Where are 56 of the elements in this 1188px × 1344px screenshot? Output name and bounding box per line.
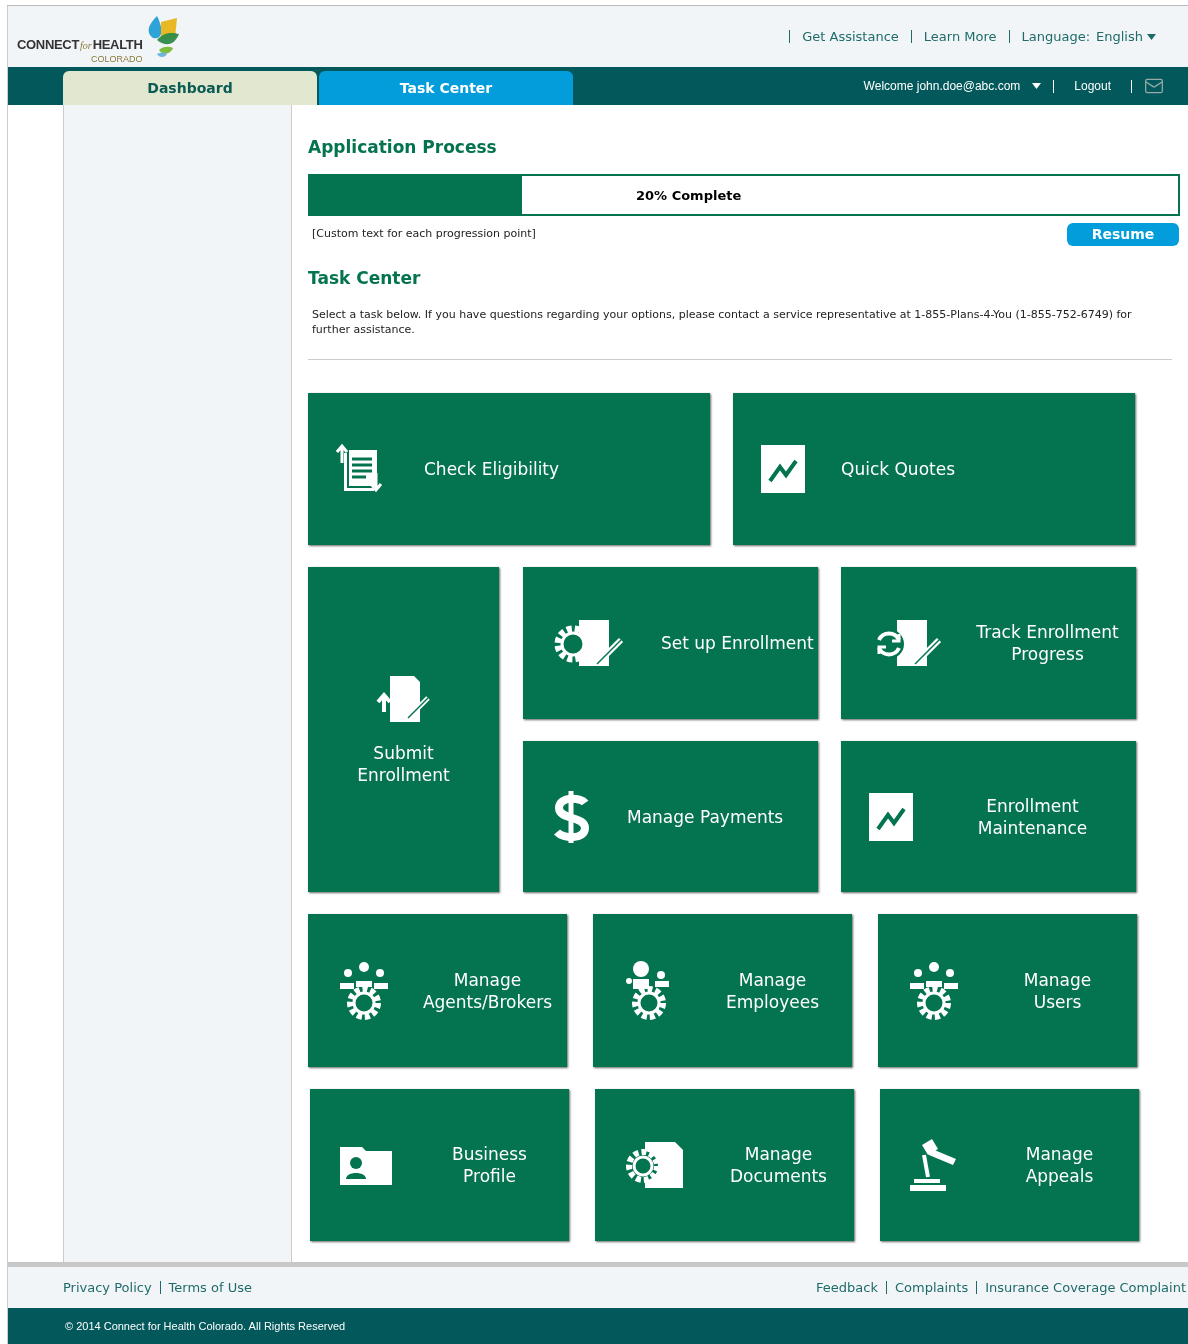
task-tile[interactable]: Manage Documents xyxy=(595,1089,854,1241)
task-tile[interactable]: Manage Employees xyxy=(593,914,852,1067)
footer-link[interactable]: Insurance Coverage Complaint xyxy=(985,1277,1186,1298)
tile-label: Manage Agents/Brokers xyxy=(421,968,554,1013)
resume-button[interactable]: Resume xyxy=(1067,222,1179,246)
logo-text: COLORADO xyxy=(91,54,143,64)
header-link[interactable]: Get Assistance xyxy=(802,26,899,47)
tile-label: Set up Enrollment xyxy=(661,632,814,654)
logo-text: HEALTH xyxy=(92,36,143,54)
footer-link[interactable]: Privacy Policy xyxy=(63,1277,152,1298)
footer-link[interactable]: Complaints xyxy=(894,1277,969,1298)
tile-label: Manage Users xyxy=(1022,968,1093,1013)
section-title: Task Center xyxy=(308,266,422,290)
copyright-text: © 2014 Connect for Health Colorado. All Rights Reserved xyxy=(65,1318,346,1334)
logout-link[interactable]: Logout xyxy=(1066,77,1119,95)
footer-link[interactable]: Feedback xyxy=(816,1277,878,1298)
task-tile[interactable]: Manage Agents/Brokers xyxy=(308,914,567,1067)
task-tile[interactable]: Track Enrollment Progress xyxy=(841,567,1136,719)
tile-label: Manage Documents xyxy=(729,1143,828,1187)
task-tile[interactable]: Business Profile xyxy=(310,1089,569,1241)
chart-icon xyxy=(761,445,805,493)
tile-label: Track Enrollment Progress xyxy=(975,621,1120,665)
nav-tab[interactable]: Dashboard xyxy=(63,71,317,105)
task-tile[interactable]: Manage Appeals xyxy=(880,1089,1139,1241)
dollar-icon xyxy=(551,788,591,845)
task-tile[interactable]: Submit Enrollment xyxy=(308,567,499,892)
tile-label: Quick Quotes xyxy=(841,458,955,480)
mail-icon[interactable] xyxy=(1144,76,1164,96)
progress-note: [Custom text for each progression point] xyxy=(312,225,536,242)
logo-text: CONNECT xyxy=(17,36,79,54)
nav-tab[interactable]: Task Center xyxy=(319,71,573,105)
progress-label: 20% Complete xyxy=(636,186,742,205)
task-tile[interactable]: Check Eligibility xyxy=(308,393,710,545)
tile-label: Submit Enrollment xyxy=(357,741,450,786)
instructions-text: Select a task below. If you have questions regarding your options, please contact a service representative at 1-855-Plans-4-You (1-855-752-6749) for further assistance. xyxy=(311,307,1133,337)
tile-label: Enrollment Maintenance xyxy=(976,794,1089,839)
tile-label: Manage Appeals xyxy=(1024,1143,1095,1187)
logo-text: for xyxy=(79,39,93,53)
header-link[interactable]: Learn More xyxy=(923,26,997,47)
user-menu[interactable]: Welcome john.doe@abc.com xyxy=(863,77,1042,95)
task-tile[interactable]: Quick Quotes xyxy=(733,393,1135,545)
language-label: Language: xyxy=(1021,27,1091,46)
language-dropdown[interactable]: English xyxy=(1096,26,1156,47)
tile-label: Business Profile xyxy=(451,1143,528,1187)
chart-icon xyxy=(869,792,913,841)
caret-icon xyxy=(1032,83,1042,89)
footer-link[interactable]: Terms of Use xyxy=(168,1277,252,1298)
task-tile[interactable]: Manage Users xyxy=(878,914,1137,1067)
caret-icon xyxy=(1147,33,1156,40)
tile-label: Manage Employees xyxy=(724,968,821,1013)
tile-label: Check Eligibility xyxy=(424,458,560,480)
tile-label: Manage Payments xyxy=(627,805,784,828)
task-tile[interactable]: Set up Enrollment xyxy=(523,567,818,719)
section-title: Application Process xyxy=(308,136,498,159)
task-tile[interactable]: Enrollment Maintenance xyxy=(841,741,1136,892)
task-tile[interactable]: Manage Payments xyxy=(523,741,818,892)
